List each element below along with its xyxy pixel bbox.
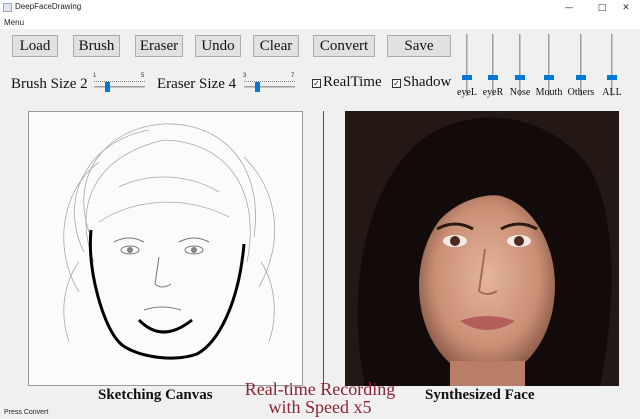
eraser-button[interactable]: Eraser xyxy=(135,35,183,57)
brush-slider-thumb[interactable] xyxy=(104,82,110,92)
shadow-label: Shadow xyxy=(403,74,452,90)
eraser-size-slider[interactable] xyxy=(244,86,295,88)
save-button[interactable]: Save xyxy=(387,35,451,57)
weight-label-nose: Nose xyxy=(509,87,531,98)
canvas-divider xyxy=(323,111,324,386)
shadow-checkbox[interactable]: ✓ xyxy=(392,79,401,88)
eraser-min-tick: 3 xyxy=(243,73,247,79)
weight-label-mouth: Mouth xyxy=(535,87,563,98)
synthesized-face-view xyxy=(345,111,619,386)
brush-size-label: Brush Size 2 xyxy=(11,76,88,92)
window-title: DeepFaceDrawing xyxy=(15,2,82,11)
weight-slider-thumb[interactable] xyxy=(488,75,498,80)
menu-bar: Menu xyxy=(0,16,640,29)
recording-overlay-line2: with Speed x5 xyxy=(268,397,372,417)
weight-label-others: Others xyxy=(567,87,595,98)
status-bar-text: Press Convert xyxy=(4,409,49,416)
recording-overlay-line1: Real-time Recording xyxy=(244,379,396,399)
weight-slider-thumb[interactable] xyxy=(544,75,554,80)
menu-item[interactable]: Menu xyxy=(4,18,24,27)
brush-button[interactable]: Brush xyxy=(73,35,120,57)
synthesized-face-caption: Synthesized Face xyxy=(425,387,535,403)
clear-button[interactable]: Clear xyxy=(253,35,299,57)
eraser-max-tick: 7 xyxy=(291,73,295,79)
brush-size-slider[interactable] xyxy=(94,86,145,88)
weight-slider-thumb[interactable] xyxy=(462,75,472,80)
brush-min-tick: 1 xyxy=(93,73,97,79)
realtime-label: RealTime xyxy=(323,74,382,90)
eraser-slider-thumb[interactable] xyxy=(254,82,260,92)
undo-button[interactable]: Undo xyxy=(195,35,241,57)
brush-max-tick: 5 xyxy=(141,73,145,79)
realtime-checkbox[interactable]: ✓ xyxy=(312,79,321,88)
sketching-canvas-caption: Sketching Canvas xyxy=(98,387,213,403)
eraser-tick-marks xyxy=(244,81,295,83)
brush-tick-marks xyxy=(94,81,145,83)
app-icon xyxy=(3,3,12,12)
minimize-button[interactable]: — xyxy=(555,0,583,16)
weight-label-all: ALL xyxy=(602,87,622,98)
synthesized-face-image xyxy=(345,111,619,386)
close-button[interactable]: ✕ xyxy=(612,0,640,16)
load-button[interactable]: Load xyxy=(12,35,58,57)
convert-button[interactable]: Convert xyxy=(313,35,375,57)
eraser-size-label: Eraser Size 4 xyxy=(157,76,237,92)
weight-slider-thumb[interactable] xyxy=(515,75,525,80)
weight-slider-thumb[interactable] xyxy=(576,75,586,80)
title-bar: DeepFaceDrawing — □ ✕ xyxy=(0,0,640,16)
weight-slider-thumb[interactable] xyxy=(607,75,617,80)
sketching-canvas[interactable] xyxy=(28,111,303,386)
sketch-drawing xyxy=(63,123,275,360)
